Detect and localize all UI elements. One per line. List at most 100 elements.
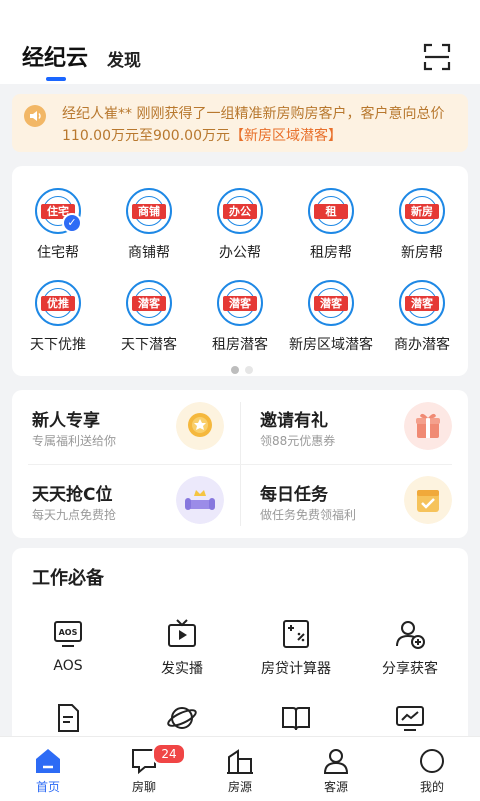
promo-yaoqingyouli[interactable]: 邀请有礼 领88元优惠券: [240, 390, 468, 464]
scan-icon[interactable]: [423, 43, 451, 71]
tool-document[interactable]: [13, 702, 123, 734]
service-zhuzhaibang[interactable]: 住宅 ✓ 住宅帮: [16, 188, 100, 262]
xinfangquyuqianke-logo-icon: 潜客: [308, 280, 354, 326]
logo-badge-text: 潜客: [132, 296, 166, 311]
tool-chart-monitor[interactable]: [355, 702, 465, 734]
logo-badge-text: 新房: [405, 204, 439, 219]
bottom-nav: 首页 24 房聊 房源 客源 我的: [0, 736, 480, 801]
promo-title: 新人专享: [32, 411, 100, 431]
service-label: 住宅帮: [37, 245, 79, 261]
live-play-icon: [168, 619, 196, 647]
service-zufangbang[interactable]: 租 租房帮: [289, 188, 373, 262]
tools-card: 工作必备 AOS AOS 发实播 房贷计算器 分享获客: [12, 548, 468, 748]
nav-wode[interactable]: 我的: [384, 737, 480, 801]
calendar-check-icon: [404, 476, 452, 524]
notice-banner[interactable]: 经纪人崔** 刚刚获得了一组精准新房购房客户，客户意向总价110.00万元至90…: [12, 94, 468, 152]
tool-fashibo[interactable]: 发实播: [127, 618, 237, 678]
shangpubang-logo-icon: 商铺: [126, 188, 172, 234]
tool-aos[interactable]: AOS AOS: [13, 618, 123, 674]
promo-meirirenwu[interactable]: 每日任务 做任务免费领福利: [240, 464, 468, 538]
promo-subtitle: 每天九点免费抢: [32, 508, 117, 522]
book-icon: [282, 707, 310, 731]
promo-title: 每日任务: [260, 485, 328, 505]
nav-label: 首页: [35, 780, 60, 794]
person-icon: [323, 749, 349, 774]
tool-fangdai-calculator[interactable]: 房贷计算器: [241, 618, 351, 678]
crown-sofa-icon: [176, 476, 224, 524]
tool-fenxianghuoke[interactable]: 分享获客: [355, 618, 465, 678]
tool-planet[interactable]: [127, 702, 237, 734]
service-label: 租房帮: [310, 245, 352, 261]
service-tianxiayoutui[interactable]: 优推 天下优推: [16, 280, 100, 354]
unread-badge: 24: [152, 743, 186, 765]
coin-icon: [176, 402, 224, 450]
planet-icon: [167, 707, 197, 729]
zufangbang-logo-icon: 租: [308, 188, 354, 234]
logo-badge-text: 商铺: [132, 204, 166, 219]
logo-badge-text: 潜客: [314, 296, 348, 311]
nav-keyuan[interactable]: 客源: [288, 737, 384, 801]
service-xinfangquyuqianke[interactable]: 潜客 新房区域潜客: [282, 280, 380, 354]
service-shangbanqianke[interactable]: 潜客 商办潜客: [380, 280, 464, 354]
promo-title: 天天抢C位: [32, 485, 113, 505]
notice-highlight[interactable]: 【新房区域潜客】: [230, 128, 342, 144]
xinfangbang-logo-icon: 新房: [399, 188, 445, 234]
home-icon: [36, 749, 60, 773]
promo-xinrenzhuanxiang[interactable]: 新人专享 专属福利送给你: [12, 390, 240, 464]
service-label: 租房潜客: [212, 337, 268, 353]
service-zufangqianke[interactable]: 潜客 租房潜客: [198, 280, 282, 354]
promo-tiantianqiangcwei[interactable]: 天天抢C位 每天九点免费抢: [12, 464, 240, 538]
service-label: 天下优推: [30, 337, 86, 353]
service-bangongbang[interactable]: 办公 办公帮: [198, 188, 282, 262]
tab-jingjiyun[interactable]: 经纪云: [22, 40, 88, 72]
service-label: 商铺帮: [128, 245, 170, 261]
nav-label: 客源: [323, 780, 348, 794]
speaker-icon: [24, 105, 46, 127]
nav-label: 房聊: [131, 780, 156, 794]
zufangqianke-logo-icon: 潜客: [217, 280, 263, 326]
logo-badge-text: 办公: [223, 204, 257, 219]
promo-subtitle: 专属福利送给你: [32, 434, 117, 448]
page-indicator[interactable]: [231, 359, 259, 378]
profile-circle-icon: [420, 749, 444, 773]
logo-badge-text: 优推: [41, 296, 75, 311]
bangongbang-logo-icon: 办公: [217, 188, 263, 234]
logo-badge-text: 租: [314, 204, 348, 219]
page-dot[interactable]: [245, 366, 253, 374]
verified-check-icon: ✓: [62, 213, 82, 233]
notice-text: 经纪人崔** 刚刚获得了一组精准新房购房客户，客户意向总价110.00万元至90…: [62, 103, 462, 147]
zhuzhaibang-logo-icon: 住宅 ✓: [35, 188, 82, 234]
page-dot-active[interactable]: [231, 366, 239, 374]
promo-card: 新人专享 专属福利送给你 邀请有礼 领88元优惠券 天天抢C位 每天九点免费抢: [12, 390, 468, 538]
services-grid: 住宅 ✓ 住宅帮 商铺 商铺帮 办公 办公帮 租 租房帮 新房 新房帮 优推 天下…: [12, 166, 468, 376]
tianxiaqianke-logo-icon: 潜客: [126, 280, 172, 326]
document-icon: [58, 704, 79, 732]
tool-book[interactable]: [241, 702, 351, 734]
chart-monitor-icon: [396, 706, 424, 731]
nav-label: 我的: [419, 780, 444, 794]
promo-subtitle: 领88元优惠券: [260, 434, 336, 448]
divider-horizontal: [28, 464, 452, 465]
tools-title: 工作必备: [32, 568, 104, 589]
nav-label: 房源: [227, 780, 252, 794]
service-shangpubang[interactable]: 商铺 商铺帮: [107, 188, 191, 262]
nav-fangyuan[interactable]: 房源: [192, 737, 288, 801]
nav-home[interactable]: 首页: [0, 737, 96, 801]
promo-subtitle: 做任务免费领福利: [260, 508, 357, 522]
service-label: 商办潜客: [394, 337, 450, 353]
shangbanqianke-logo-icon: 潜客: [399, 280, 445, 326]
service-label: 天下潜客: [121, 337, 177, 353]
tool-label: 发实播: [161, 661, 203, 677]
service-label: 办公帮: [219, 245, 261, 261]
tool-label: 分享获客: [382, 661, 438, 677]
service-label: 新房帮: [401, 245, 443, 261]
service-xinfangbang[interactable]: 新房 新房帮: [380, 188, 464, 262]
service-tianxiaqianke[interactable]: 潜客 天下潜客: [107, 280, 191, 354]
aos-monitor-icon: AOS: [54, 621, 82, 647]
building-icon: [227, 749, 253, 774]
tab-faxian[interactable]: 发现: [107, 46, 141, 71]
top-bar: 经纪云 发现: [0, 0, 480, 84]
logo-badge-text: 潜客: [405, 296, 439, 311]
nav-fangliao[interactable]: 24 房聊: [96, 737, 192, 801]
tool-label: AOS: [53, 658, 83, 674]
